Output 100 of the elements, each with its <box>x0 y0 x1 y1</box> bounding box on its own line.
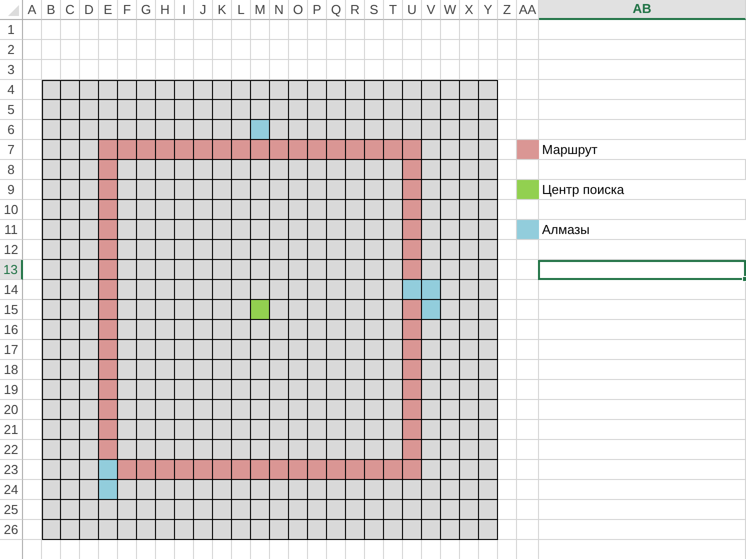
sheet-cell[interactable] <box>441 20 460 40</box>
sheet-cell[interactable] <box>498 460 517 480</box>
column-header[interactable]: P <box>308 0 327 20</box>
sheet-cell[interactable] <box>137 20 156 40</box>
row-header[interactable]: 13 <box>0 260 23 280</box>
sheet-cell[interactable] <box>517 300 539 320</box>
row-header[interactable]: 5 <box>0 100 23 120</box>
row-header[interactable]: 14 <box>0 280 23 300</box>
sheet-cell[interactable] <box>460 20 479 40</box>
sheet-cell[interactable] <box>498 480 517 500</box>
sheet-cell[interactable] <box>517 520 539 540</box>
column-header[interactable]: T <box>384 0 403 20</box>
sheet-cell[interactable] <box>308 20 327 40</box>
sheet-cell[interactable] <box>365 20 384 40</box>
sheet-cell[interactable] <box>99 40 118 60</box>
sheet-cell[interactable] <box>156 20 175 40</box>
sheet-cell[interactable] <box>539 340 746 360</box>
sheet-cell[interactable] <box>498 120 517 140</box>
sheet-cell[interactable] <box>539 200 746 220</box>
row-header[interactable]: 23 <box>0 460 23 480</box>
column-header[interactable]: K <box>213 0 232 20</box>
select-all-button[interactable] <box>0 0 23 20</box>
sheet-cell[interactable] <box>498 340 517 360</box>
sheet-cell[interactable] <box>539 400 746 420</box>
sheet-cell[interactable] <box>289 20 308 40</box>
sheet-cell[interactable] <box>42 20 61 40</box>
sheet-cell[interactable] <box>517 20 539 40</box>
sheet-cell[interactable] <box>517 100 539 120</box>
sheet-cell[interactable] <box>42 40 61 60</box>
sheet-cell[interactable] <box>498 320 517 340</box>
sheet-cell[interactable] <box>213 40 232 60</box>
row-header[interactable]: 26 <box>0 520 23 540</box>
sheet-cell[interactable] <box>346 40 365 60</box>
sheet-cell[interactable] <box>403 20 422 40</box>
sheet-cell[interactable] <box>517 280 539 300</box>
sheet-cell[interactable] <box>539 280 746 300</box>
sheet-cell[interactable] <box>498 300 517 320</box>
sheet-cell[interactable] <box>517 80 539 100</box>
sheet-cell[interactable] <box>289 40 308 60</box>
sheet-cell[interactable] <box>539 360 746 380</box>
sheet-cell[interactable] <box>422 20 441 40</box>
sheet-cell[interactable] <box>270 40 289 60</box>
row-header[interactable]: 16 <box>0 320 23 340</box>
row-header[interactable]: 6 <box>0 120 23 140</box>
sheet-cell[interactable] <box>460 40 479 60</box>
row-header[interactable]: 4 <box>0 80 23 100</box>
sheet-cell[interactable] <box>384 20 403 40</box>
sheet-cell[interactable] <box>327 40 346 60</box>
row-header[interactable]: 2 <box>0 40 23 60</box>
sheet-cell[interactable] <box>498 360 517 380</box>
column-header[interactable]: G <box>137 0 156 20</box>
sheet-cell[interactable] <box>539 240 746 260</box>
sheet-cell[interactable] <box>498 60 517 80</box>
column-header[interactable]: E <box>99 0 118 20</box>
sheet-cell[interactable] <box>517 500 539 520</box>
row-header[interactable]: 11 <box>0 220 23 240</box>
sheet-cell[interactable] <box>539 420 746 440</box>
sheet-cell[interactable] <box>80 40 99 60</box>
sheet-cell[interactable] <box>137 40 156 60</box>
sheet-cell[interactable] <box>498 100 517 120</box>
sheet-cell[interactable] <box>498 420 517 440</box>
sheet-cell[interactable] <box>384 40 403 60</box>
sheet-cell[interactable] <box>232 20 251 40</box>
sheet-cell[interactable] <box>539 160 746 180</box>
sheet-cell[interactable] <box>194 20 213 40</box>
sheet-cell[interactable] <box>175 20 194 40</box>
column-header[interactable]: B <box>42 0 61 20</box>
column-header[interactable]: A <box>23 0 42 20</box>
column-header[interactable]: U <box>403 0 422 20</box>
sheet-cell[interactable] <box>308 40 327 60</box>
column-header[interactable]: X <box>460 0 479 20</box>
column-header[interactable]: S <box>365 0 384 20</box>
row-header[interactable]: 18 <box>0 360 23 380</box>
sheet-cell[interactable] <box>251 40 270 60</box>
sheet-cell[interactable] <box>539 500 746 520</box>
sheet-cell[interactable] <box>539 20 746 40</box>
sheet-cell[interactable] <box>539 300 746 320</box>
sheet-cell[interactable] <box>23 60 42 80</box>
sheet-cell[interactable] <box>213 20 232 40</box>
row-header[interactable]: 22 <box>0 440 23 460</box>
sheet-cell[interactable] <box>80 20 99 40</box>
column-header[interactable]: V <box>422 0 441 20</box>
sheet-cell[interactable] <box>539 40 746 60</box>
column-header[interactable]: AA <box>517 0 539 20</box>
sheet-cell[interactable] <box>498 280 517 300</box>
sheet-cell[interactable] <box>99 20 118 40</box>
row-header[interactable]: 21 <box>0 420 23 440</box>
row-header[interactable]: 8 <box>0 160 23 180</box>
sheet-cell[interactable] <box>539 460 746 480</box>
column-header[interactable]: N <box>270 0 289 20</box>
column-header[interactable]: D <box>80 0 99 20</box>
sheet-cell[interactable] <box>517 60 539 80</box>
row-header[interactable]: 9 <box>0 180 23 200</box>
column-header[interactable]: AB <box>539 0 746 20</box>
sheet-cell[interactable] <box>539 380 746 400</box>
column-header[interactable]: Z <box>498 0 517 20</box>
sheet-cell[interactable] <box>175 40 194 60</box>
column-header[interactable]: Q <box>327 0 346 20</box>
column-header[interactable]: Y <box>479 0 498 20</box>
sheet-cell[interactable] <box>539 520 746 540</box>
